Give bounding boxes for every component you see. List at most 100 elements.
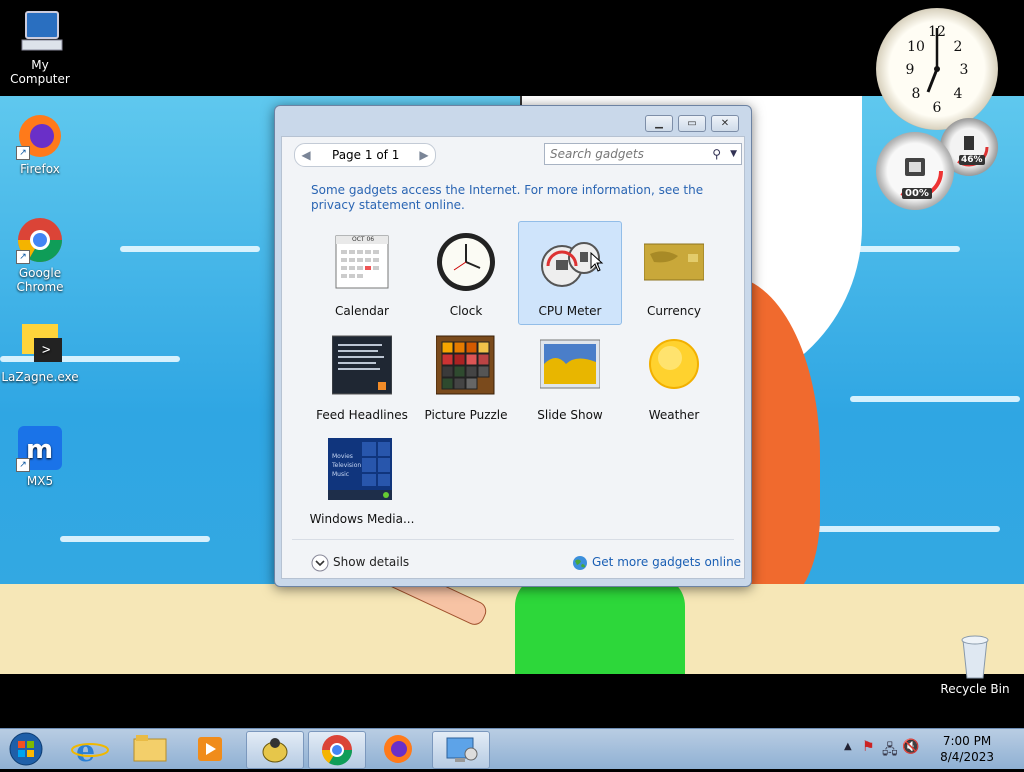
taskbar: e ▲ ⚑ 🖧 🔇 7:00 PM 8/4/2023	[0, 728, 1024, 769]
desktop-icon-my-computer[interactable]: My Computer	[0, 8, 80, 86]
chevron-down-circle-icon	[311, 554, 329, 571]
gadget-tile-cpu-meter[interactable]: CPU Meter	[518, 221, 622, 325]
cpu-meter-gadget[interactable]: 00%	[876, 132, 954, 210]
volume-muted-icon[interactable]: 🔇	[902, 739, 919, 755]
minimize-button[interactable]: ▁	[645, 115, 673, 132]
network-icon[interactable]: 🖧	[882, 739, 898, 763]
bug-app-icon	[262, 738, 288, 763]
svg-text:m: m	[26, 435, 53, 465]
search-gadgets-input[interactable]: Search gadgets ⚲ ▼	[544, 143, 742, 165]
wallpaper-wave	[850, 396, 1020, 402]
gadget-tile-windows-media-center[interactable]: Movies Television Music Windows Media...	[310, 429, 414, 533]
svg-text:Television: Television	[331, 462, 361, 469]
system-tray: ▲ ⚑ 🖧 🔇 7:00 PM 8/4/2023	[834, 729, 1024, 769]
windows-orb-icon	[9, 732, 43, 766]
clock-icon	[436, 230, 496, 292]
desktop-icon-lazagne[interactable]: > LaZagne.exe	[0, 320, 80, 384]
gadget-label: Weather	[648, 408, 700, 422]
media-player-icon	[198, 737, 222, 761]
firefox-icon: ↗	[16, 112, 64, 160]
svg-text:10: 10	[907, 39, 925, 55]
get-more-label: Get more gadgets online	[592, 555, 742, 569]
svg-text:8: 8	[912, 86, 921, 102]
gadget-tile-slide-show[interactable]: Slide Show	[518, 325, 622, 429]
gadget-tile-weather[interactable]: Weather	[622, 325, 726, 429]
shortcut-arrow-icon: ↗	[16, 250, 30, 264]
gadget-tile-currency[interactable]: Currency	[622, 221, 726, 325]
shortcut-arrow-icon: ↗	[16, 458, 30, 472]
clock-time: 7:00 PM	[942, 734, 992, 748]
currency-icon	[643, 230, 705, 292]
restore-button[interactable]: ▭	[678, 115, 706, 132]
desktop-icon-label: Recycle Bin	[940, 682, 1010, 696]
gadget-label: Windows Media...	[309, 512, 415, 526]
slide-show-icon	[539, 334, 601, 396]
memory-percent: 46%	[959, 155, 985, 165]
gadget-tile-clock[interactable]: Clock	[414, 221, 518, 325]
prev-page-button[interactable]: ◀	[297, 144, 315, 166]
page-navigator: ◀ Page 1 of 1 ▶	[294, 143, 436, 167]
cpu-percent: 00%	[902, 188, 932, 199]
taskbar-internet-explorer[interactable]: e	[62, 731, 118, 769]
desktop-icon-label: LaZagne.exe	[1, 370, 79, 384]
wallpaper-wave	[60, 536, 210, 542]
recycle-bin-icon	[951, 632, 999, 680]
svg-text:e: e	[76, 734, 95, 767]
action-center-icon[interactable]: ⚑	[862, 739, 875, 755]
taskbar-bug-app[interactable]	[246, 731, 304, 769]
weather-sun-icon	[644, 334, 704, 396]
cpu-meter-icon	[540, 230, 604, 292]
svg-text:3: 3	[960, 62, 969, 78]
taskbar-media-player[interactable]	[182, 731, 238, 767]
search-icon[interactable]: ⚲	[712, 144, 721, 164]
search-dropdown-icon[interactable]: ▼	[730, 144, 737, 164]
privacy-info-link[interactable]: Some gadgets access the Internet. For mo…	[311, 183, 711, 213]
desktop-icon-mx5[interactable]: m ↗ MX5	[0, 424, 80, 488]
desktop-clock-gadget[interactable]: 12369 24810	[876, 8, 998, 130]
gadget-tile-picture-puzzle[interactable]: Picture Puzzle	[414, 325, 518, 429]
computer-icon	[16, 8, 64, 56]
svg-text:>: >	[42, 342, 50, 358]
svg-text:4: 4	[954, 86, 963, 102]
taskbar-google-chrome[interactable]	[308, 731, 366, 769]
feed-headlines-icon	[331, 334, 393, 396]
gadget-tile-calendar[interactable]: OCT 06 Calendar	[310, 221, 414, 325]
mouse-cursor-icon	[590, 252, 604, 272]
show-hidden-icons-button[interactable]: ▲	[844, 741, 852, 752]
search-placeholder: Search gadgets	[550, 147, 644, 161]
svg-text:9: 9	[906, 62, 915, 78]
taskbar-gadgets[interactable]	[432, 731, 490, 769]
footer-divider	[292, 539, 734, 540]
gadget-label: Currency	[646, 304, 702, 318]
close-button[interactable]: ✕	[711, 115, 739, 132]
taskbar-firefox[interactable]	[370, 731, 426, 767]
chrome-icon: ↗	[16, 216, 64, 264]
gadget-tile-feed-headlines[interactable]: Feed Headlines	[310, 325, 414, 429]
desktop-gadgets-icon	[446, 737, 478, 762]
desktop-icon-recycle-bin[interactable]: Recycle Bin	[935, 632, 1015, 696]
clock-date: 8/4/2023	[940, 750, 994, 764]
show-details-label: Show details	[333, 555, 410, 569]
taskbar-file-explorer[interactable]	[122, 731, 178, 767]
start-button[interactable]	[0, 731, 52, 767]
picture-puzzle-icon	[435, 334, 496, 396]
page-label: Page 1 of 1	[332, 148, 400, 162]
wallpaper-sand	[0, 584, 1024, 674]
taskbar-clock[interactable]: 7:00 PM 8/4/2023	[940, 733, 994, 765]
desktop-icon-label: My Computer	[10, 58, 70, 86]
desktop-icon-google-chrome[interactable]: ↗ Google Chrome	[0, 216, 80, 294]
gadget-gallery-content: ◀ Page 1 of 1 ▶ Search gadgets ⚲ ▼ Some …	[281, 136, 745, 579]
desktop-icon-label: Google Chrome	[16, 266, 64, 294]
clock-face-icon: 12369 24810	[906, 24, 969, 116]
firefox-icon	[384, 735, 412, 763]
python-exe-icon: >	[16, 320, 64, 368]
svg-text:Movies: Movies	[332, 453, 353, 460]
internet-explorer-icon: e	[71, 734, 109, 769]
wallpaper-figure	[515, 576, 685, 674]
maxthon-icon: m ↗	[16, 424, 64, 472]
get-more-gadgets-link[interactable]: Get more gadgets online	[572, 552, 741, 572]
desktop-icon-label: Firefox	[20, 162, 60, 176]
desktop-icon-firefox[interactable]: ↗ Firefox	[0, 112, 80, 176]
show-details-button[interactable]: Show details	[311, 552, 409, 572]
next-page-button[interactable]: ▶	[415, 144, 433, 166]
